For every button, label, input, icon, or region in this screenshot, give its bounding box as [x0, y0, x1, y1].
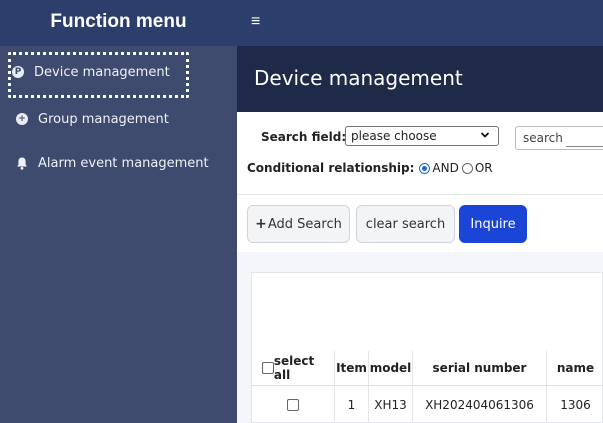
clear-search-button[interactable]: clear search — [356, 205, 455, 243]
cell-name: 1306 — [560, 398, 591, 412]
search-panel: Search field: please choose search Condi… — [237, 112, 603, 194]
menu-icon[interactable]: ≡ — [251, 13, 260, 31]
sidebar-item-label: Alarm event management — [38, 155, 209, 171]
sidebar-item-group-management[interactable]: + Group management — [0, 108, 237, 130]
sidebar-item-label: Group management — [38, 111, 169, 127]
cell-model: XH13 — [369, 386, 413, 423]
radio-or-label: OR — [474, 161, 493, 175]
search-field-value: please choose — [351, 129, 437, 143]
header-label: select all — [273, 354, 315, 382]
input-underline — [566, 146, 603, 147]
row-checkbox[interactable] — [287, 399, 299, 411]
device-table: select all Item model serial number name… — [251, 272, 603, 423]
plus-icon: + — [255, 216, 267, 232]
header-select-all: select all — [252, 351, 335, 385]
cell-serial-number: XH202404061306 — [413, 386, 547, 423]
sidebar-title: Function menu — [0, 0, 237, 46]
select-all-checkbox[interactable] — [262, 362, 274, 374]
clear-search-label: clear search — [365, 216, 446, 232]
conditional-relationship: Conditional relationship: AND OR — [247, 161, 493, 175]
radio-or[interactable] — [461, 162, 473, 174]
table-row[interactable]: 1 XH13 XH202404061306 1306 — [252, 386, 603, 423]
row-select — [252, 386, 335, 423]
sidebar-item-alarm-event-management[interactable]: Alarm event management — [0, 152, 237, 174]
bell-icon — [16, 157, 28, 170]
sidebar: Function menu P Device management + Grou… — [0, 0, 237, 423]
button-band: + Add Search clear search Inquire — [237, 194, 603, 252]
search-input[interactable]: search — [515, 126, 603, 150]
inquire-label: Inquire — [470, 216, 516, 232]
search-field-label: Search field: — [261, 130, 347, 144]
focus-outline — [8, 52, 189, 98]
chevron-down-icon — [480, 128, 490, 148]
plus-circle-icon: + — [16, 113, 28, 125]
cell-item: 1 — [335, 386, 369, 423]
topbar: ≡ — [237, 0, 603, 46]
conditional-label: Conditional relationship: — [247, 161, 415, 175]
page-title: Device management — [254, 66, 463, 90]
search-input-placeholder: search — [523, 131, 563, 145]
header-name: name — [556, 361, 595, 375]
header-serial-number: serial number — [413, 351, 547, 385]
header-item: Item — [335, 351, 369, 385]
radio-and[interactable] — [419, 162, 431, 174]
add-search-button[interactable]: + Add Search — [247, 205, 350, 243]
table-header: select all Item model serial number name — [252, 351, 603, 386]
radio-and-label: AND — [432, 161, 459, 175]
header-model: model — [369, 351, 413, 385]
add-search-label: Add Search — [267, 216, 342, 232]
search-field-select[interactable]: please choose — [345, 126, 499, 146]
inquire-button[interactable]: Inquire — [459, 205, 527, 243]
page-header: Device management — [237, 46, 603, 112]
